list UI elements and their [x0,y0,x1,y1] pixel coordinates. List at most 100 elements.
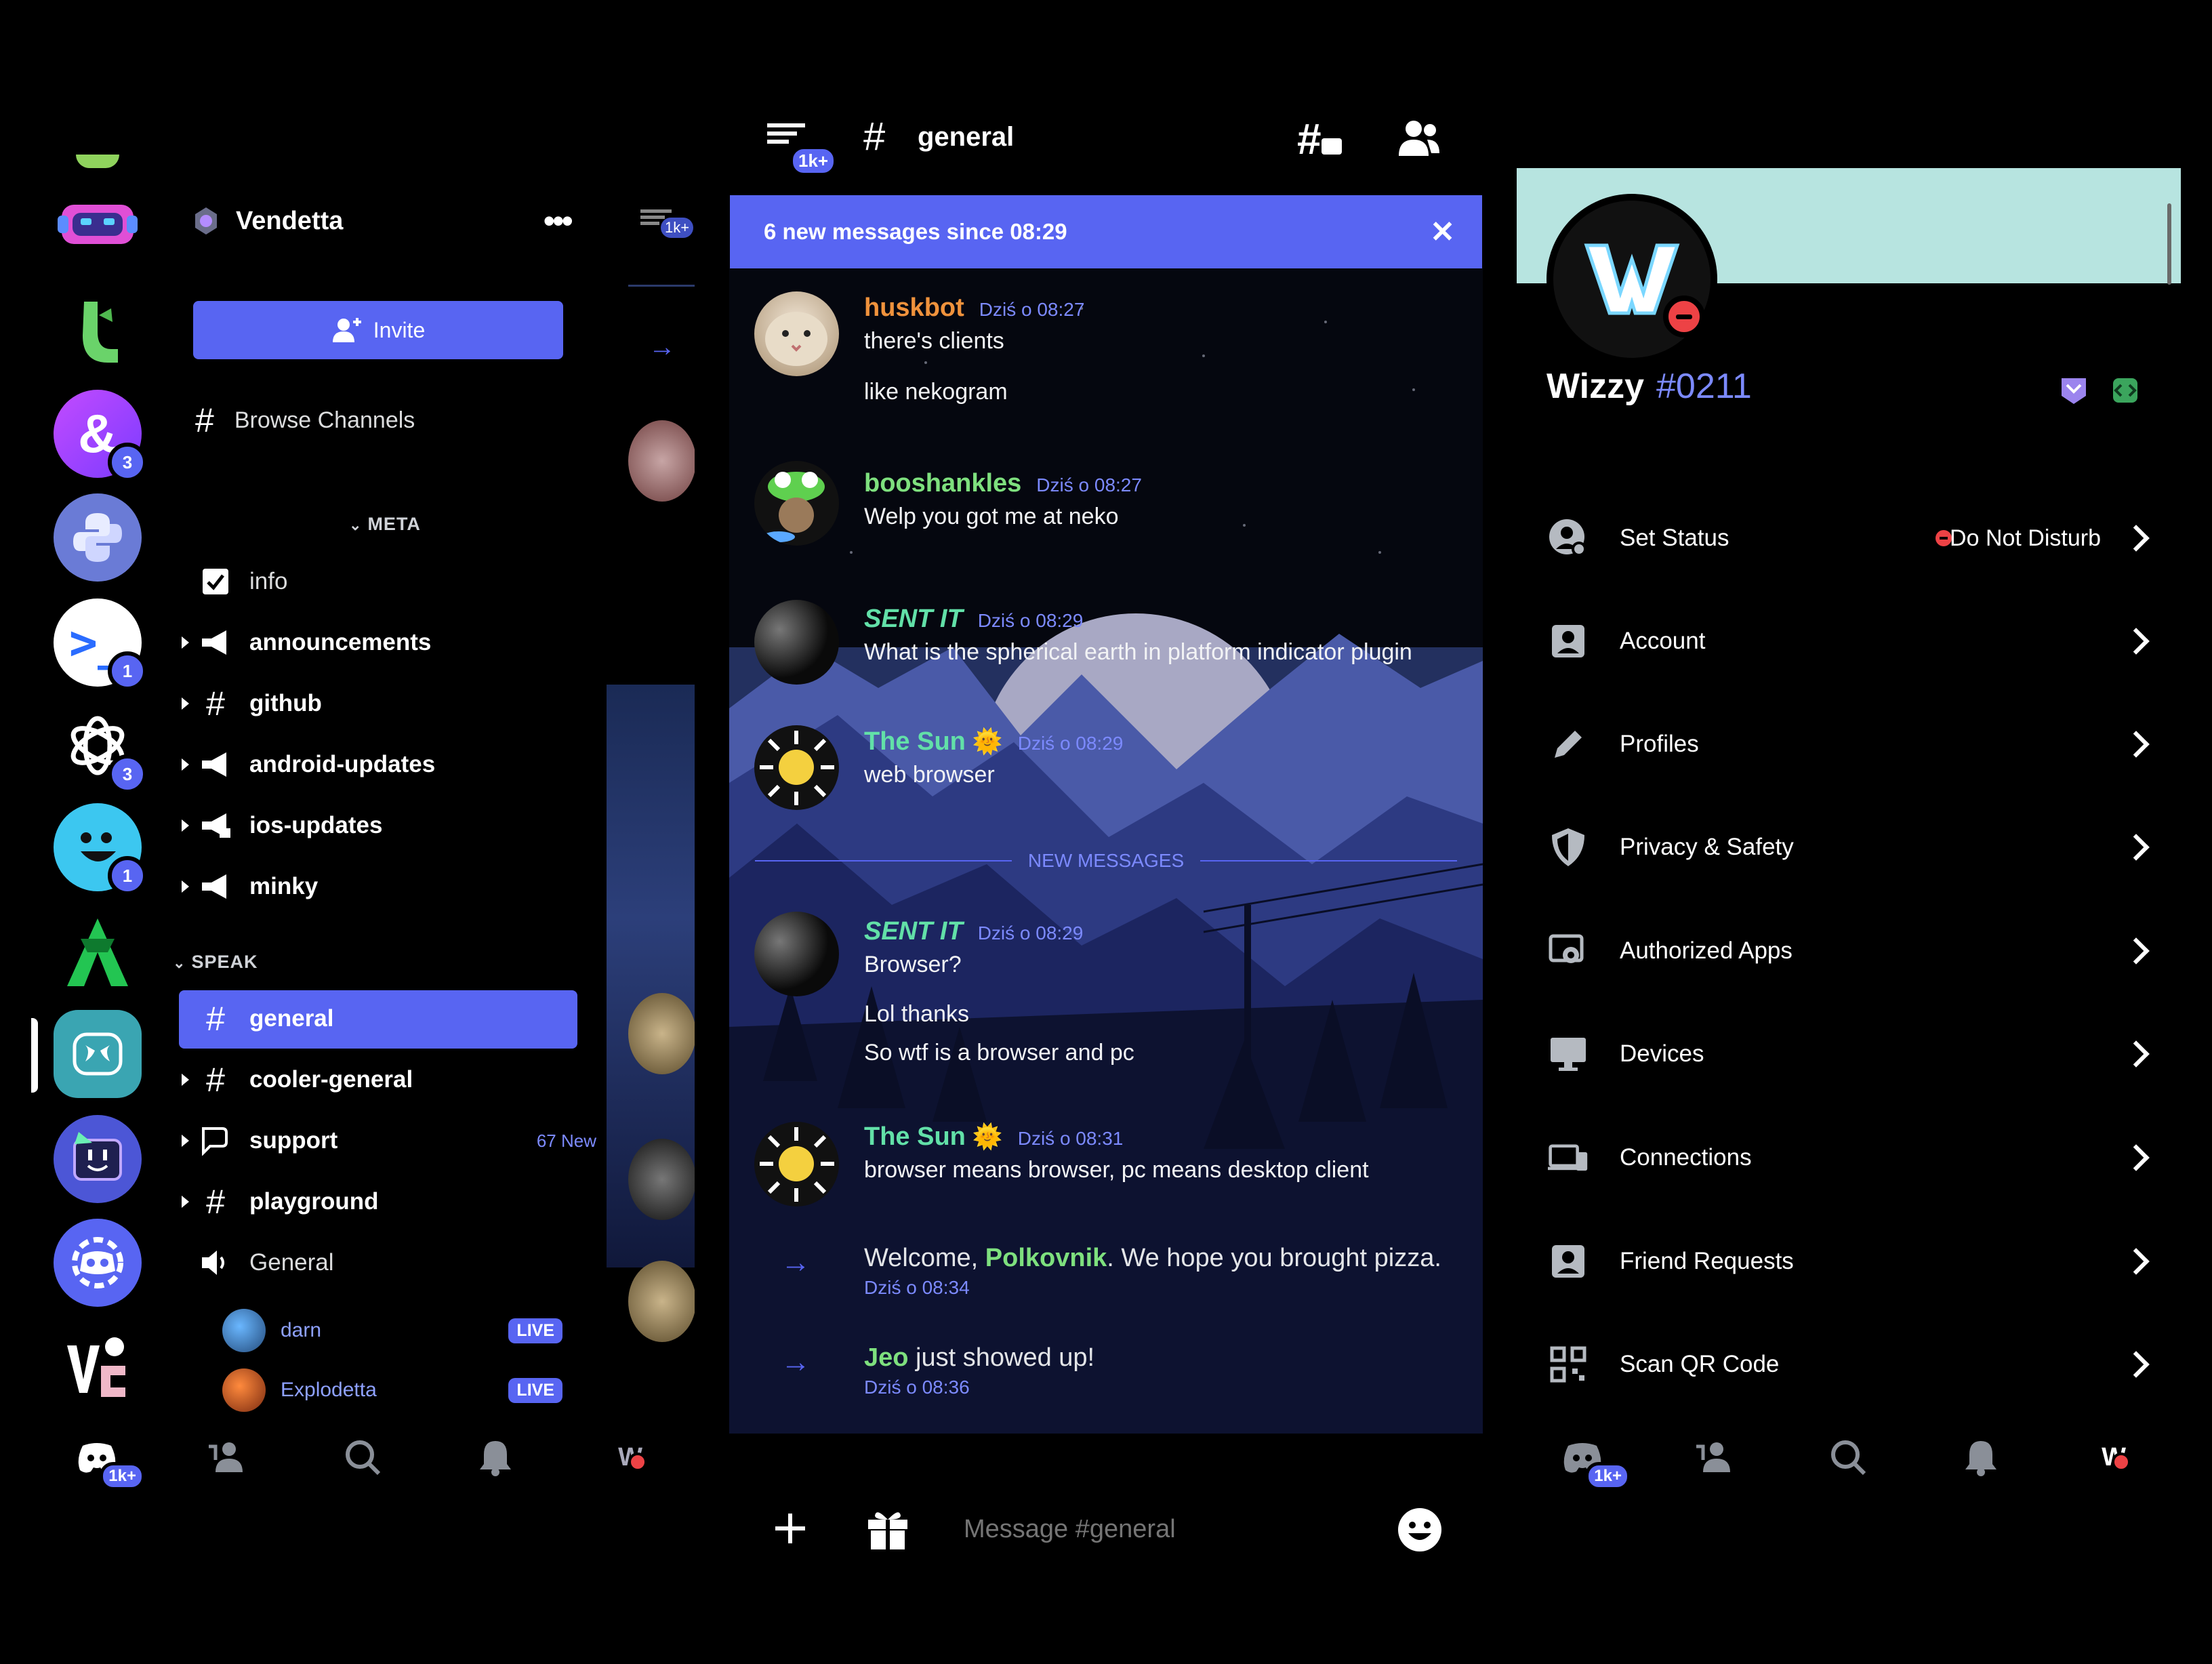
arrow-right-icon: → [649,332,676,362]
setting-authorized-apps[interactable]: Authorized Apps [1549,917,2155,985]
avatar[interactable] [754,725,839,810]
tab-notifications[interactable] [1957,1434,2005,1481]
channel-cooler-general[interactable]: # cooler-general [182,1053,596,1107]
channel-playground[interactable]: # playground [182,1175,596,1229]
message-input[interactable] [962,1506,1372,1552]
channel-list-toggle[interactable]: 1k+ [767,121,837,176]
scrollbar[interactable] [2167,203,2171,285]
vc-logo-icon [67,1337,125,1397]
message-author[interactable]: The Sun [864,1122,966,1151]
close-icon[interactable]: ✕ [1430,215,1455,249]
tab-profile[interactable]: W [607,1434,654,1481]
gift-button[interactable] [864,1506,912,1551]
setting-friend-requests[interactable]: Friend Requests [1552,1227,2155,1295]
system-message-join: Jeo just showed up! Dziś o 08:36 [864,1343,1474,1398]
peek-panel[interactable]: 1k+ → [607,190,695,1410]
voice-user-explodetta[interactable]: Explodetta LIVE [222,1368,562,1413]
avatar [628,420,695,502]
server-icon-purple[interactable] [54,1115,142,1203]
message-author[interactable]: booshankles [864,469,1021,498]
channel-general[interactable]: # general [197,992,596,1046]
message-author[interactable]: huskbot [864,293,964,322]
nitro-badge[interactable] [2059,376,2089,405]
channel-minky[interactable]: minky [182,859,596,914]
server-icon-terminal[interactable]: >_ 1 [54,598,147,691]
server-icon-openai[interactable]: 3 [54,702,147,794]
category-meta[interactable]: ⌄ META [349,514,421,535]
setting-account[interactable]: Account [1552,607,2155,675]
setting-set-status[interactable]: Set Status Do Not Disturb [1549,504,2155,572]
message-huskbot: huskbot Dziś o 08:27 there's clients like… [864,293,1460,405]
browse-channels[interactable]: # Browse Channels [195,400,561,441]
server-icon-vendetta[interactable] [54,1010,142,1098]
add-attachment-button[interactable] [770,1508,811,1549]
channel-github[interactable]: # github [182,676,596,731]
system-user-name[interactable]: Polkovnik [985,1244,1107,1272]
emoji-button[interactable] [1396,1506,1443,1554]
threads-button[interactable]: # [1297,114,1351,168]
setting-devices[interactable]: Devices [1551,1020,2155,1088]
server-icon-discord-bot[interactable] [54,1219,142,1307]
avatar [628,1139,695,1220]
setting-label: Authorized Apps [1620,937,1793,964]
avatar[interactable] [754,1122,839,1206]
tab-friends[interactable] [1691,1434,1738,1481]
server-icon-ampersand[interactable]: & 3 [54,390,147,482]
channel-support[interactable]: support 67 New [182,1114,596,1168]
voice-user-darn[interactable]: darn LIVE [222,1308,562,1353]
voice-channel-general[interactable]: General [197,1236,596,1290]
new-messages-banner[interactable]: 6 new messages since 08:29 ✕ [730,195,1482,268]
expand-caret-icon [182,636,189,649]
dev-badge[interactable] [2110,376,2140,405]
server-icon-smiley[interactable]: 1 [54,803,147,895]
server-icon-robot[interactable] [54,180,142,268]
unread-badge: 1 [108,856,147,895]
avatar[interactable] [754,291,839,376]
message-author[interactable]: The Sun [864,727,966,756]
expand-caret-icon [182,819,189,832]
setting-scan-qr-code[interactable]: Scan QR Code [1550,1331,2155,1398]
channel-name: announcements [249,629,432,655]
setting-privacy-safety[interactable]: Privacy & Safety [1552,813,2155,881]
message-author[interactable]: SENT IT [864,605,963,633]
avatar[interactable] [754,461,839,546]
server-icon-vc[interactable] [54,1325,142,1413]
channel-ios-updates[interactable]: ios-updates [182,798,596,853]
tab-friends[interactable] [203,1434,251,1481]
channel-announcements[interactable]: announcements [182,615,596,670]
chevron-down-icon: ⌄ [173,954,186,971]
avatar[interactable] [754,600,839,685]
tab-notifications[interactable] [472,1434,519,1481]
channel-android-updates[interactable]: android-updates [182,737,596,792]
message-time: Dziś o 08:29 [977,610,1084,631]
channel-info[interactable]: info [197,554,596,609]
guild-header[interactable]: Vendetta ••• [191,201,573,241]
message-author[interactable]: SENT IT [864,917,963,946]
checkbox-icon [197,563,234,601]
setting-profiles[interactable]: Profiles [1555,710,2155,778]
setting-connections[interactable]: Connections [1548,1124,2155,1192]
chevron-down-icon: ⌄ [349,516,363,533]
server-icon-green-a[interactable] [54,908,142,996]
category-speak[interactable]: ⌄ SPEAK [173,952,258,973]
threads-icon: # [1297,115,1322,163]
tab-search[interactable] [339,1434,386,1481]
members-button[interactable] [1393,117,1448,164]
thread-hashtag-icon: # [206,1000,225,1038]
tab-home[interactable]: 1k+ [1559,1434,1631,1490]
avatar[interactable] [754,912,839,996]
tab-home[interactable]: 1k+ [73,1434,145,1490]
tab-search[interactable] [1824,1434,1872,1481]
tab-profile[interactable]: W [2090,1434,2137,1481]
more-options-icon[interactable]: ••• [543,204,573,238]
server-icon-python[interactable] [54,493,142,582]
invite-button[interactable]: Invite [193,301,563,359]
home-badge: 1k+ [100,1462,145,1490]
setting-label: Friend Requests [1620,1248,1794,1274]
server-icon-partial[interactable] [76,155,119,168]
message-text: web browser [864,762,995,788]
server-icon-hook[interactable] [54,288,142,376]
hook-icon [83,302,118,363]
profile-avatar[interactable] [1547,194,1717,365]
system-user-name[interactable]: Jeo [864,1343,908,1372]
